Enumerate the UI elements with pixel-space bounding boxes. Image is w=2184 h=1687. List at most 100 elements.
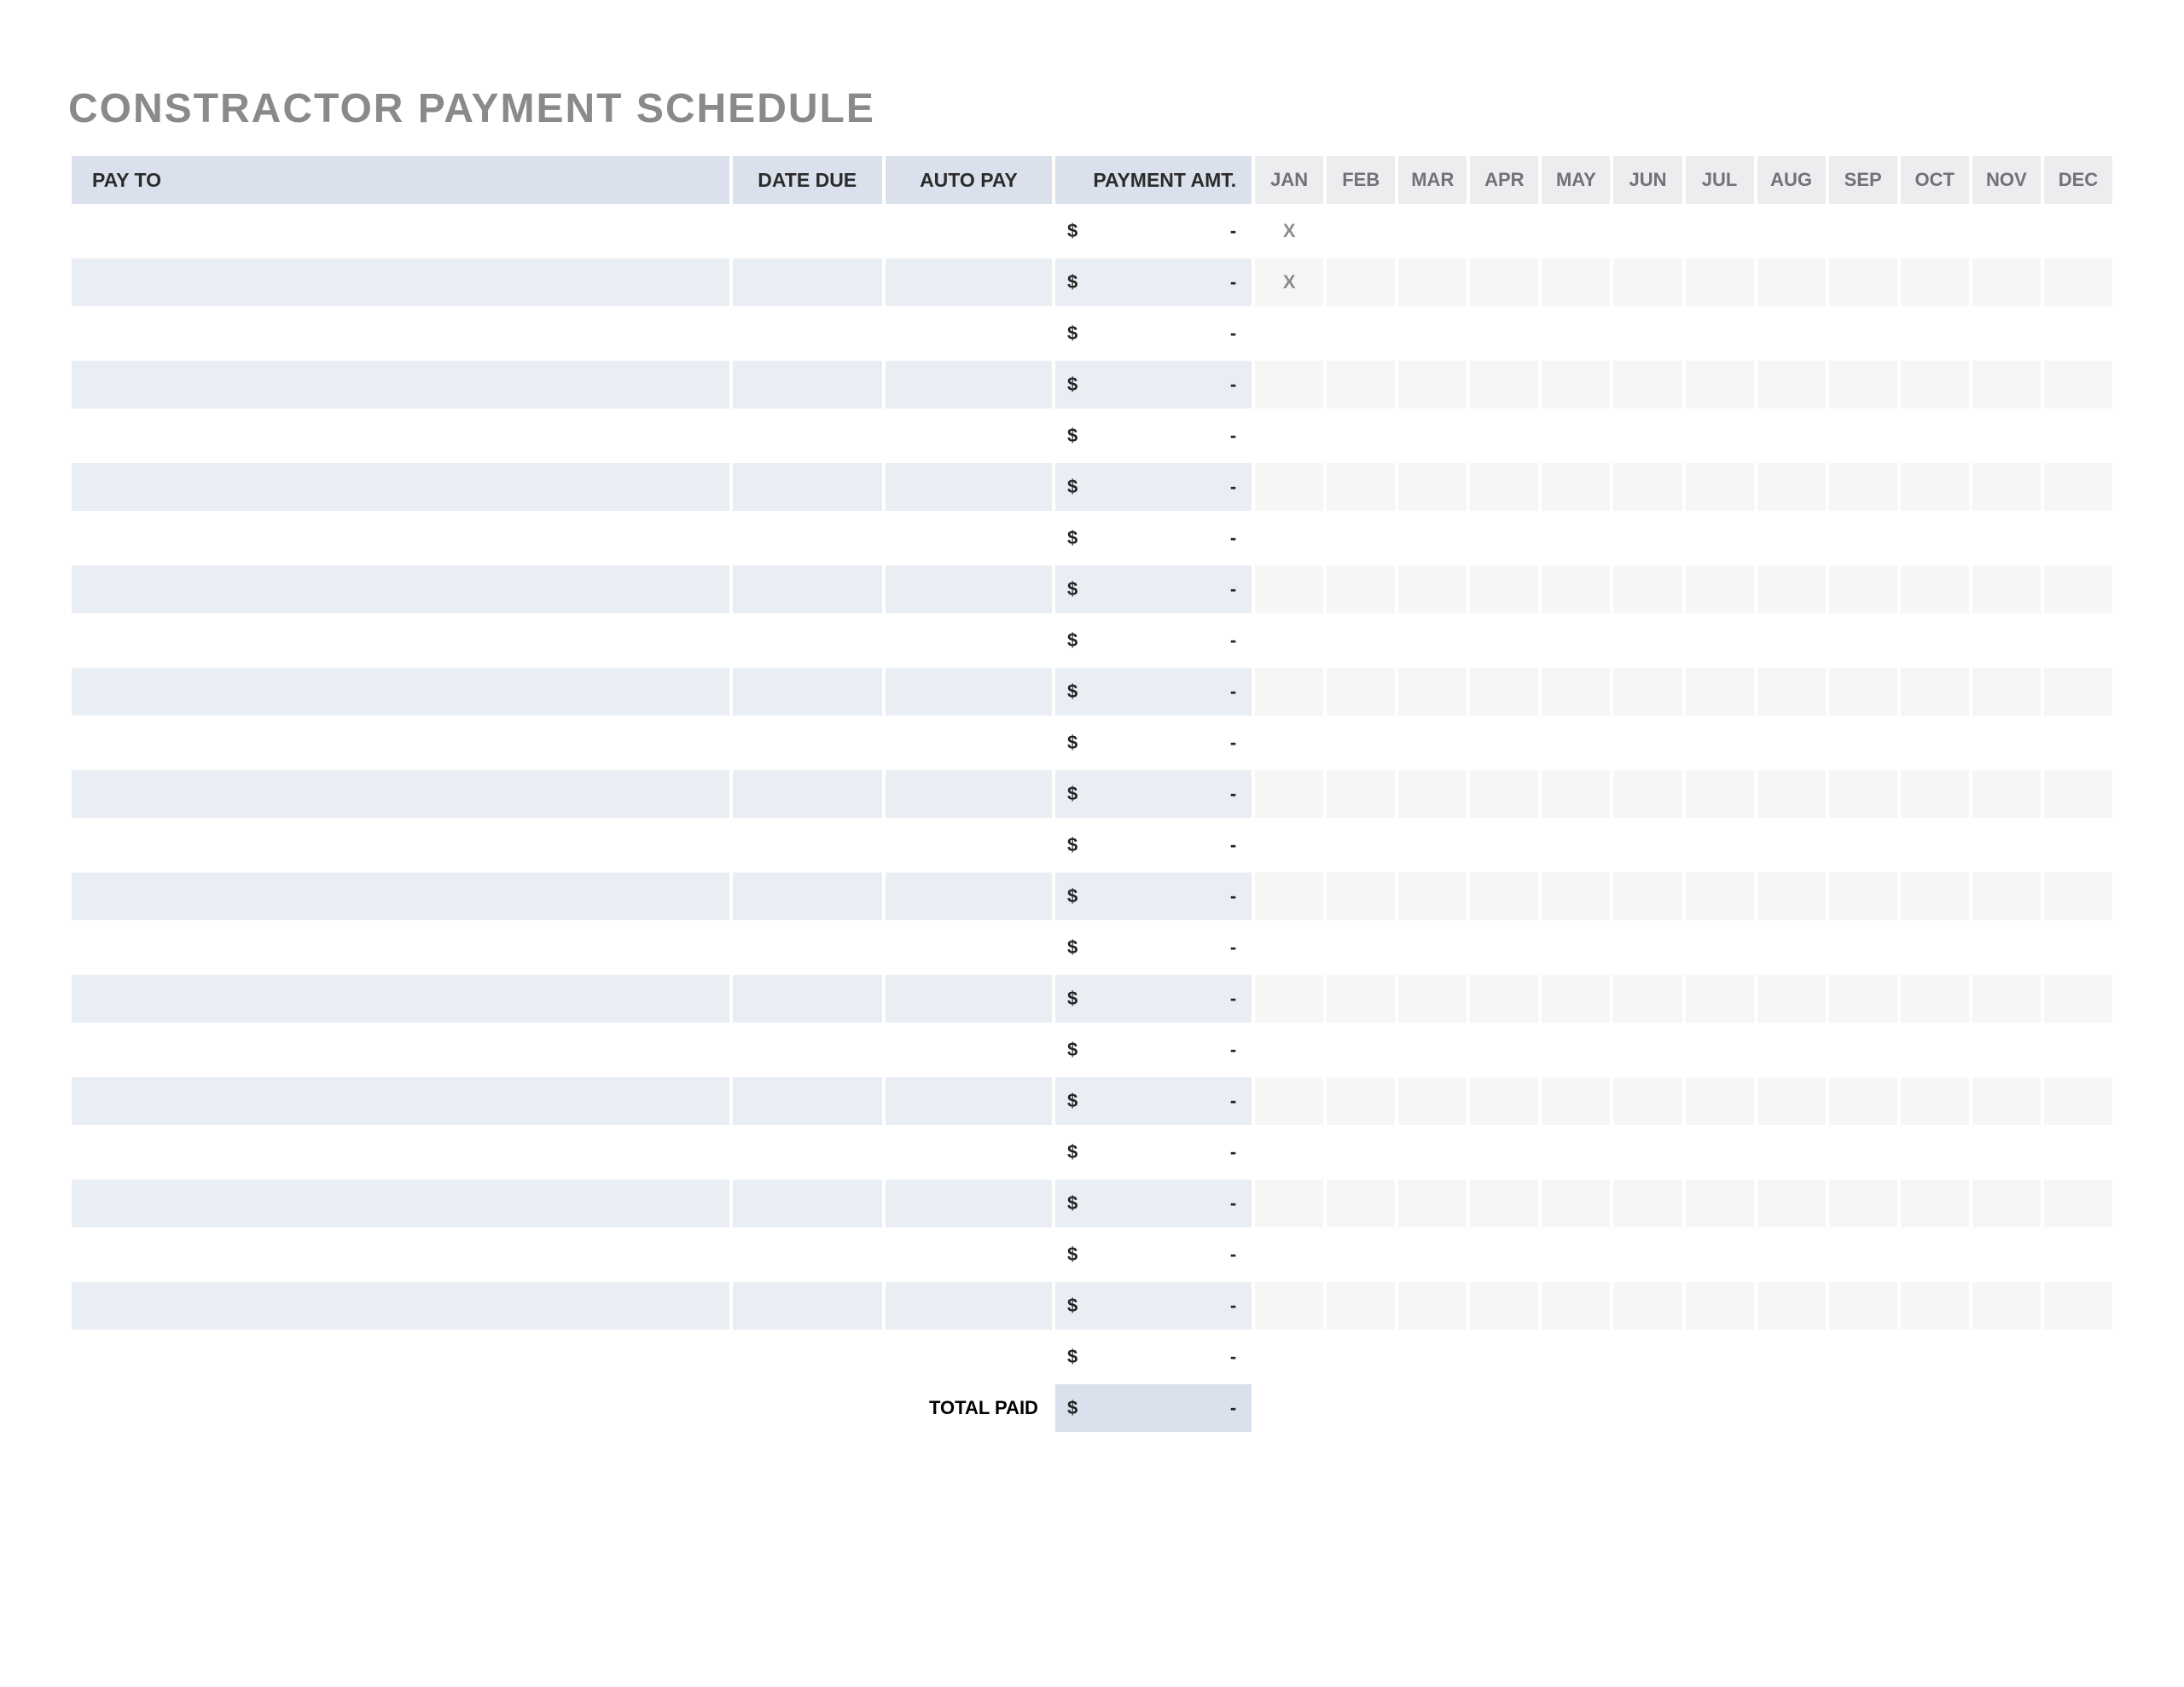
cell-month[interactable]: [1327, 1333, 1395, 1381]
cell-month[interactable]: [1255, 770, 1323, 818]
cell-month[interactable]: [1686, 821, 1754, 869]
cell-month[interactable]: [1686, 1026, 1754, 1074]
cell-month[interactable]: [1327, 1282, 1395, 1330]
cell-auto-pay[interactable]: [886, 1128, 1052, 1176]
cell-month[interactable]: [1972, 770, 2041, 818]
cell-month[interactable]: [1901, 207, 1969, 255]
cell-payment-amt[interactable]: $-: [1055, 514, 1252, 562]
cell-month[interactable]: [1829, 258, 1897, 306]
cell-month[interactable]: [1686, 310, 1754, 357]
cell-month[interactable]: [1972, 821, 2041, 869]
cell-pay-to[interactable]: [72, 514, 729, 562]
cell-month[interactable]: [1470, 1180, 1538, 1227]
cell-month[interactable]: [2044, 975, 2112, 1023]
cell-month[interactable]: [1613, 1180, 1682, 1227]
cell-month[interactable]: [1470, 310, 1538, 357]
cell-month[interactable]: [1398, 1077, 1467, 1125]
cell-month[interactable]: [1829, 361, 1897, 409]
cell-pay-to[interactable]: [72, 770, 729, 818]
cell-auto-pay[interactable]: [886, 310, 1052, 357]
cell-month[interactable]: [1972, 617, 2041, 664]
cell-month[interactable]: [1757, 668, 1826, 716]
cell-month[interactable]: [1398, 1333, 1467, 1381]
cell-month[interactable]: [1757, 412, 1826, 460]
cell-month[interactable]: [1972, 412, 2041, 460]
cell-month[interactable]: [1901, 924, 1969, 971]
cell-month[interactable]: [1686, 1231, 1754, 1278]
cell-month[interactable]: [1901, 1128, 1969, 1176]
cell-month[interactable]: [1542, 975, 1610, 1023]
cell-auto-pay[interactable]: [886, 1026, 1052, 1074]
cell-pay-to[interactable]: [72, 463, 729, 511]
cell-payment-amt[interactable]: $-: [1055, 207, 1252, 255]
cell-month[interactable]: [1255, 719, 1323, 767]
cell-month[interactable]: [1398, 617, 1467, 664]
cell-date-due[interactable]: [733, 412, 882, 460]
cell-month[interactable]: [1829, 207, 1897, 255]
cell-month[interactable]: [2044, 617, 2112, 664]
cell-pay-to[interactable]: [72, 1180, 729, 1227]
cell-date-due[interactable]: [733, 310, 882, 357]
cell-auto-pay[interactable]: [886, 565, 1052, 613]
cell-month[interactable]: [1757, 310, 1826, 357]
cell-month[interactable]: [1757, 514, 1826, 562]
cell-month[interactable]: [1398, 975, 1467, 1023]
cell-pay-to[interactable]: [72, 1026, 729, 1074]
cell-month[interactable]: [1613, 924, 1682, 971]
cell-month[interactable]: [1255, 975, 1323, 1023]
cell-month[interactable]: [1398, 719, 1467, 767]
cell-month[interactable]: [1470, 719, 1538, 767]
cell-month[interactable]: [1542, 412, 1610, 460]
cell-month[interactable]: [1829, 514, 1897, 562]
cell-payment-amt[interactable]: $-: [1055, 1231, 1252, 1278]
cell-month[interactable]: [2044, 207, 2112, 255]
cell-pay-to[interactable]: [72, 1282, 729, 1330]
cell-month[interactable]: [1613, 1333, 1682, 1381]
cell-month[interactable]: [1398, 207, 1467, 255]
cell-month[interactable]: [1686, 668, 1754, 716]
cell-date-due[interactable]: [733, 1231, 882, 1278]
cell-date-due[interactable]: [733, 1180, 882, 1227]
cell-month[interactable]: [1757, 924, 1826, 971]
cell-month[interactable]: [1470, 207, 1538, 255]
cell-month[interactable]: X: [1255, 207, 1323, 255]
cell-month[interactable]: [1255, 361, 1323, 409]
cell-month[interactable]: [1542, 565, 1610, 613]
cell-month[interactable]: [1972, 1333, 2041, 1381]
cell-auto-pay[interactable]: [886, 924, 1052, 971]
cell-month[interactable]: [1398, 770, 1467, 818]
cell-month[interactable]: [2044, 1077, 2112, 1125]
cell-month[interactable]: [1255, 463, 1323, 511]
cell-pay-to[interactable]: [72, 668, 729, 716]
cell-month[interactable]: [1327, 361, 1395, 409]
cell-month[interactable]: [1686, 719, 1754, 767]
cell-month[interactable]: [1901, 514, 1969, 562]
cell-auto-pay[interactable]: [886, 1333, 1052, 1381]
cell-month[interactable]: [1757, 207, 1826, 255]
cell-month[interactable]: [1686, 872, 1754, 920]
cell-month[interactable]: [1327, 617, 1395, 664]
cell-auto-pay[interactable]: [886, 872, 1052, 920]
cell-auto-pay[interactable]: [886, 668, 1052, 716]
cell-month[interactable]: [1470, 1128, 1538, 1176]
cell-month[interactable]: [1398, 668, 1467, 716]
cell-month[interactable]: [1470, 1077, 1538, 1125]
cell-month[interactable]: [1757, 719, 1826, 767]
cell-month[interactable]: [1398, 565, 1467, 613]
cell-month[interactable]: [2044, 1180, 2112, 1227]
cell-month[interactable]: [1613, 207, 1682, 255]
cell-payment-amt[interactable]: $-: [1055, 924, 1252, 971]
cell-payment-amt[interactable]: $-: [1055, 821, 1252, 869]
cell-month[interactable]: [1686, 361, 1754, 409]
cell-month[interactable]: [1757, 1282, 1826, 1330]
cell-month[interactable]: [1542, 872, 1610, 920]
cell-month[interactable]: [1542, 463, 1610, 511]
cell-auto-pay[interactable]: [886, 770, 1052, 818]
cell-month[interactable]: [1972, 310, 2041, 357]
cell-month[interactable]: [1686, 770, 1754, 818]
cell-month[interactable]: [1972, 1282, 2041, 1330]
cell-month[interactable]: [1972, 207, 2041, 255]
cell-payment-amt[interactable]: $-: [1055, 361, 1252, 409]
cell-month[interactable]: [1542, 1231, 1610, 1278]
cell-pay-to[interactable]: [72, 412, 729, 460]
